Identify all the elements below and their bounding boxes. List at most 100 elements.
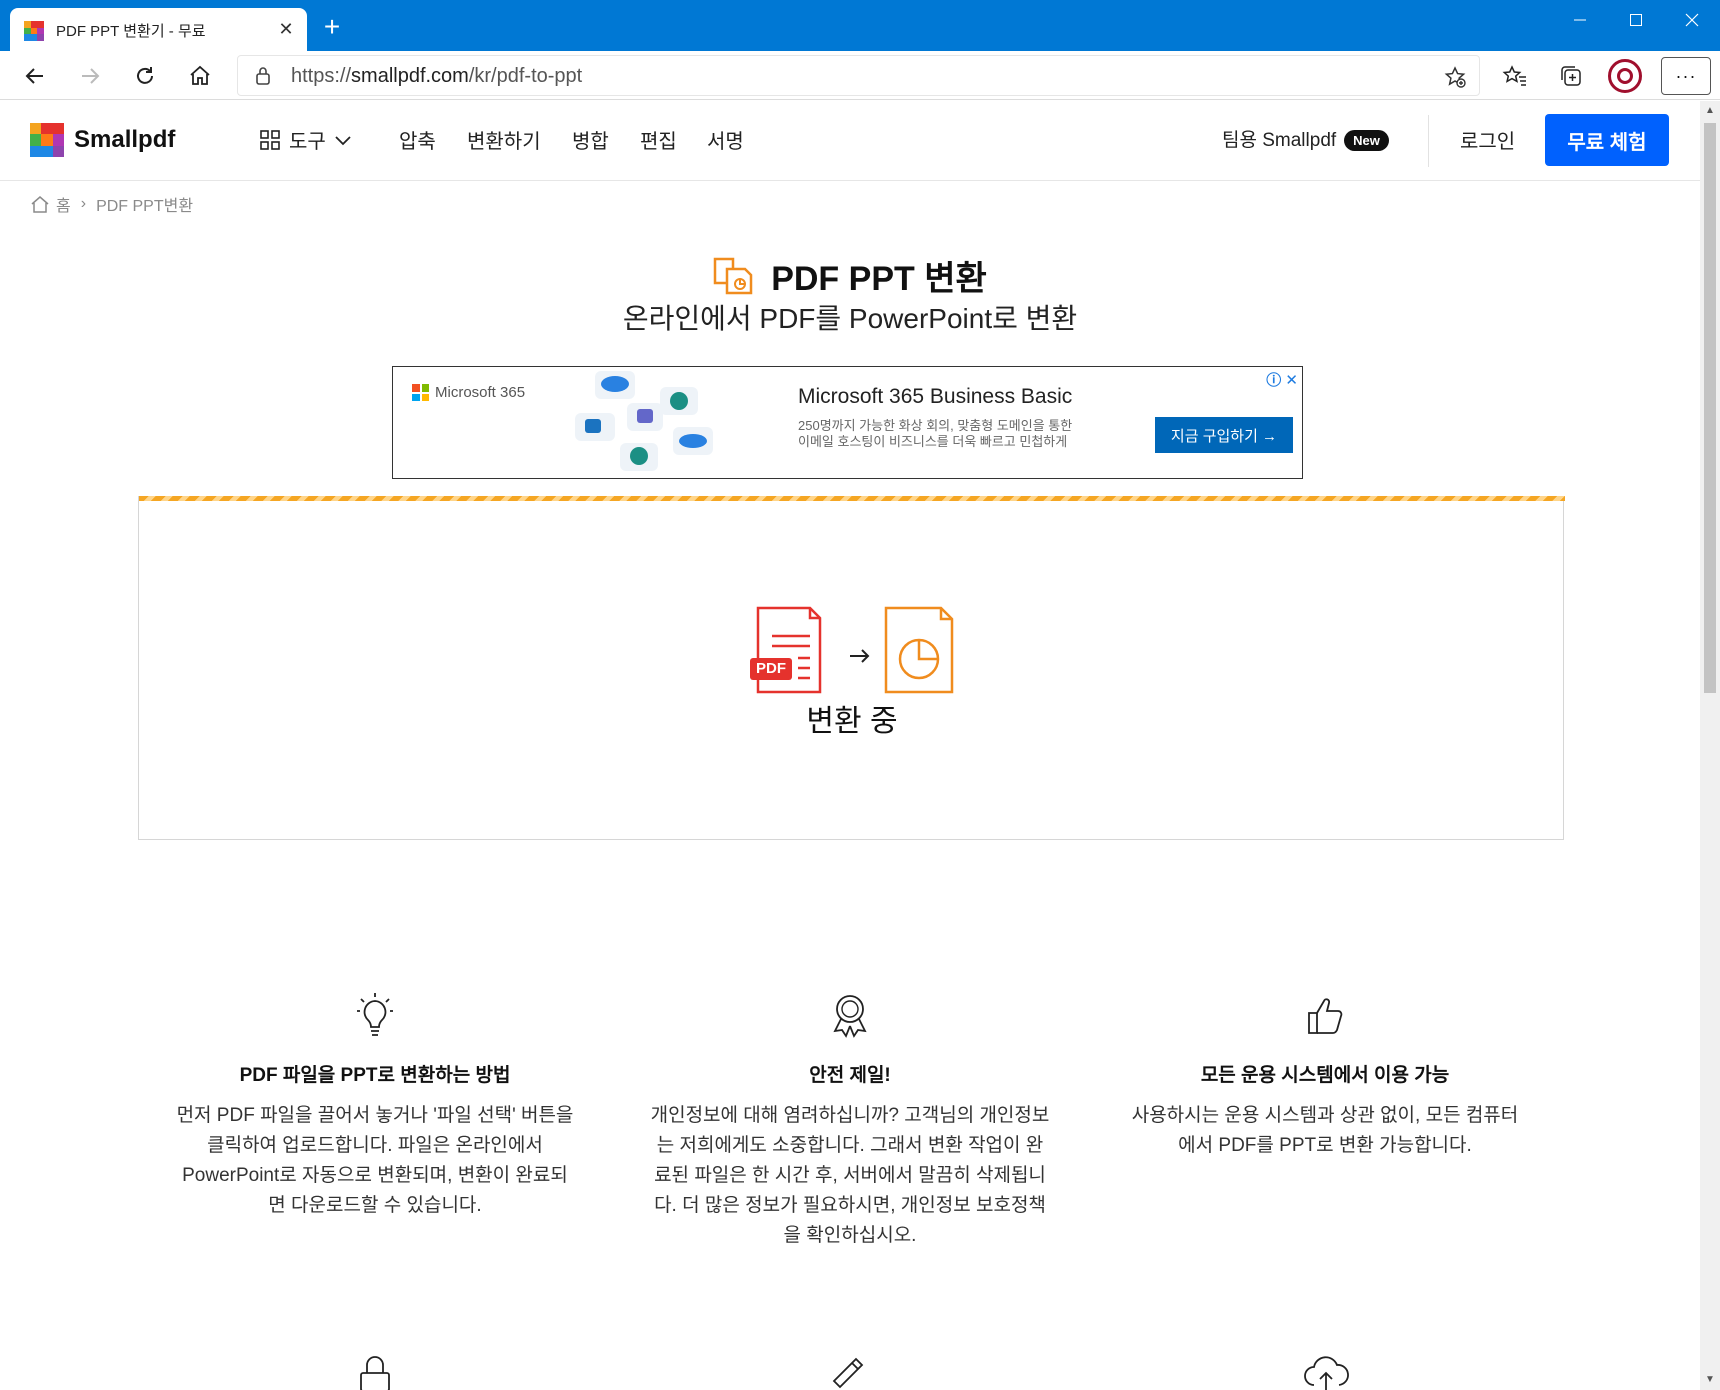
free-trial-button[interactable]: 무료 체험	[1545, 114, 1669, 166]
feature-title: 안전 제일!	[809, 1065, 891, 1086]
page-title: PDF PPT 변환	[0, 251, 1700, 300]
pdf-to-ppt-icon	[713, 257, 753, 294]
collections-button[interactable]	[1552, 57, 1590, 95]
minimize-button[interactable]	[1552, 0, 1608, 40]
lock-icon	[256, 67, 270, 85]
tab-close-icon[interactable]: ✕	[275, 18, 297, 40]
ad-desc-line2: 이메일 호스팅이 비즈니스를 더욱 빠르고 민첩하게	[798, 434, 1068, 449]
smallpdf-logo[interactable]: Smallpdf	[30, 123, 175, 157]
tools-menu[interactable]: 도구	[259, 125, 352, 154]
grid-icon	[260, 129, 280, 150]
feature-how-to: PDF 파일을 PPT로 변환하는 방법 먼저 PDF 파일을 끌어서 놓거나 …	[175, 991, 575, 1221]
feature-text: 사용하시는 운용 시스템과 상관 없이, 모든 컴퓨터에서 PDF를 PPT로 …	[1131, 1105, 1519, 1156]
favorites-icon	[1502, 65, 1526, 86]
scrollbar-thumb[interactable]	[1704, 123, 1716, 693]
microsoft-logo-icon	[412, 384, 429, 401]
breadcrumb-home[interactable]: 홈	[56, 192, 71, 216]
home-icon[interactable]	[30, 194, 50, 214]
ad-brand: Microsoft 365	[412, 384, 525, 401]
thumbs-up-icon	[1308, 998, 1343, 1034]
browser-toolbar: https://smallpdf.com/kr/pdf-to-ppt ···	[0, 51, 1720, 100]
collections-icon	[1561, 66, 1581, 86]
new-tab-button[interactable]: +	[318, 13, 346, 42]
logo-text: Smallpdf	[74, 126, 176, 153]
maximize-icon	[1630, 14, 1642, 26]
ad-desc-line1: 250명까지 가능한 화상 회의, 맞춤형 도메인을 통한	[798, 418, 1073, 433]
ad-close-icon[interactable]: ✕	[1285, 372, 1298, 389]
url-host: smallpdf.com	[351, 65, 469, 87]
ad-choices[interactable]: ⓘ ✕	[1266, 369, 1298, 390]
award-icon	[833, 995, 867, 1038]
ad-info-icon[interactable]: ⓘ	[1266, 372, 1281, 389]
feature-text: 먼저 PDF 파일을 끌어서 놓거나 '파일 선택' 버튼을 클릭하여 업로드합…	[176, 1105, 574, 1216]
home-icon	[190, 65, 210, 85]
close-window-icon	[1685, 13, 1699, 27]
forward-arrow-icon	[82, 68, 100, 84]
conversion-illustration	[750, 606, 954, 694]
refresh-button[interactable]	[126, 57, 164, 95]
ad-app-icons-illustration	[575, 371, 713, 471]
tab-title: PDF PPT 변환기 - 무료	[56, 23, 206, 40]
arrow-right-icon	[850, 649, 870, 663]
page-subtitle: 온라인에서 PDF를 PowerPoint로 변환	[622, 303, 1078, 334]
scroll-up-icon[interactable]: ▲	[1704, 105, 1716, 117]
browser-titlebar: PDF PPT 변환기 - 무료 ✕ +	[0, 0, 1720, 51]
url-path: /kr/pdf-to-ppt	[468, 65, 583, 87]
breadcrumb: 홈 › PDF PPT변환	[30, 192, 193, 216]
advertisement-banner[interactable]: Microsoft 365 Microsoft 365 Business Bas…	[392, 366, 1303, 479]
chevron-down-icon	[335, 135, 351, 145]
home-button[interactable]	[181, 57, 219, 95]
feature-text: 개인정보에 대해 염려하십니까? 고객님의 개인정보는 저희에게도 소중합니다.…	[650, 1105, 1050, 1246]
page-title-text: PDF PPT 변환	[771, 260, 987, 298]
nav-team[interactable]: 팀용 Smallpdf New	[1222, 125, 1389, 152]
nav-edit[interactable]: 편집	[640, 125, 677, 154]
page-content: Smallpdf 도구 압축 변환하기 병합 편집 서명 팀용 Smallpdf…	[0, 101, 1700, 1390]
nav-merge[interactable]: 병합	[572, 125, 609, 154]
minimize-icon	[1574, 19, 1586, 21]
more-icon: ···	[1675, 65, 1697, 86]
profile-avatar[interactable]	[1608, 59, 1642, 93]
back-arrow-icon	[25, 68, 43, 84]
lock-icon	[360, 1356, 390, 1390]
feature-security: 안전 제일! 개인정보에 대해 염려하십니까? 고객님의 개인정보는 저희에게도…	[650, 991, 1050, 1251]
converting-status: 변환 중	[806, 705, 898, 738]
nav-sign[interactable]: 서명	[707, 125, 744, 154]
back-button[interactable]	[16, 57, 54, 95]
url-scheme: https://	[291, 65, 352, 87]
smallpdf-logo-icon	[30, 123, 64, 157]
feature-title: PDF 파일을 PPT로 변환하는 방법	[239, 1065, 511, 1086]
favorites-button[interactable]	[1496, 57, 1534, 95]
cloud-upload-icon	[1304, 1356, 1349, 1390]
tools-label: 도구	[289, 131, 326, 153]
nav-convert[interactable]: 변환하기	[467, 125, 541, 154]
smallpdf-favicon-icon	[24, 21, 44, 41]
converter-panel: PDF 변환 중	[138, 496, 1565, 840]
feature-all-os: 모든 운용 시스템에서 이용 가능 사용하시는 운용 시스템과 상관 없이, 모…	[1125, 991, 1525, 1161]
refresh-icon	[137, 67, 153, 84]
forward-button[interactable]	[71, 57, 109, 95]
maximize-button[interactable]	[1608, 0, 1664, 40]
address-url: https://smallpdf.com/kr/pdf-to-ppt	[291, 65, 582, 88]
address-bar[interactable]: https://smallpdf.com/kr/pdf-to-ppt	[237, 55, 1480, 96]
nav-compress[interactable]: 압축	[399, 125, 436, 154]
ppt-file-icon	[884, 606, 954, 694]
site-header: Smallpdf 도구 압축 변환하기 병합 편집 서명 팀용 Smallpdf…	[0, 101, 1700, 181]
settings-more-button[interactable]: ···	[1661, 57, 1711, 95]
nav-divider	[1428, 115, 1429, 167]
breadcrumb-current: PDF PPT변환	[96, 198, 194, 215]
browser-tab-active[interactable]: PDF PPT 변환기 - 무료 ✕	[10, 8, 307, 51]
close-window-button[interactable]	[1664, 0, 1720, 40]
scroll-down-icon[interactable]: ▼	[1704, 1374, 1716, 1386]
conversion-progress-bar	[139, 496, 1565, 501]
breadcrumb-separator: ›	[80, 195, 87, 212]
page-scrollbar[interactable]: ▲ ▼	[1700, 101, 1720, 1390]
ad-brand-text: Microsoft 365	[435, 384, 526, 401]
new-badge: New	[1344, 130, 1389, 152]
profile-icon	[1617, 68, 1633, 84]
login-link[interactable]: 로그인	[1460, 125, 1515, 154]
ad-title: Microsoft 365 Business Basic	[798, 385, 1073, 408]
lightbulb-icon	[357, 993, 393, 1036]
add-favorite-icon[interactable]	[1443, 65, 1467, 89]
magic-wand-icon	[832, 1357, 864, 1389]
ad-buy-button[interactable]: 지금 구입하기 →	[1155, 417, 1293, 453]
